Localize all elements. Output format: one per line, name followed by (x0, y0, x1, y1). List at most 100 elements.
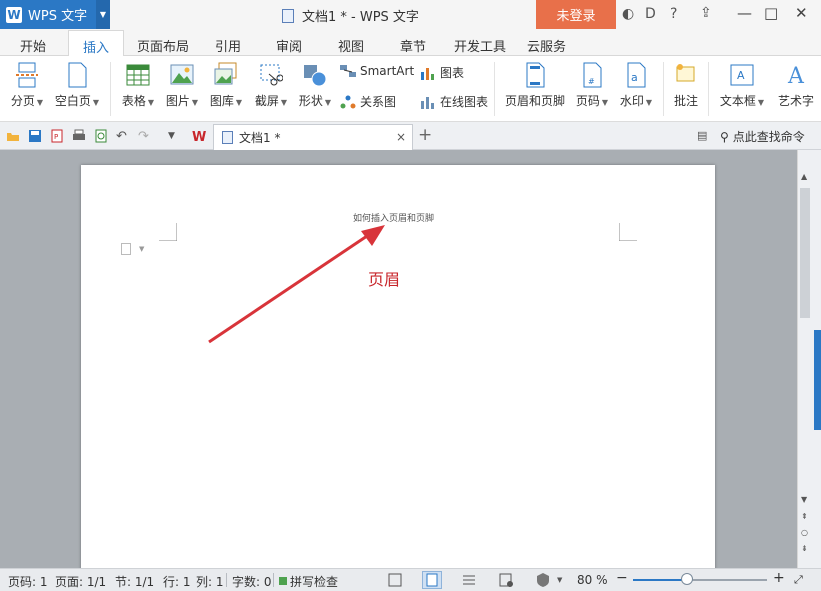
help-icon[interactable]: ? (670, 6, 677, 22)
chart-button[interactable]: 图表 (420, 64, 464, 81)
print-preview-icon[interactable] (94, 129, 108, 143)
screenshot-button[interactable]: 截屏 ▼ (251, 56, 291, 109)
table-button[interactable]: 表格 ▼ (119, 56, 157, 109)
focus-mode-icon[interactable] (385, 571, 405, 589)
side-panel-toggle[interactable] (814, 330, 821, 430)
save-icon[interactable] (28, 129, 42, 143)
scroll-thumb[interactable] (800, 188, 810, 318)
crop-mark-top-right (619, 223, 637, 241)
app-menu-button[interactable]: W WPS 文字 ▼ (0, 0, 110, 29)
page-break-button[interactable]: 分页 ▼ (8, 56, 46, 109)
print-icon[interactable] (72, 129, 86, 143)
menu-bar: 开始 插入 页面布局 引用 审阅 视图 章节 开发工具 云服务 (0, 30, 821, 57)
open-folder-icon[interactable] (6, 129, 20, 143)
tab-developer[interactable]: 开发工具 (454, 36, 506, 55)
ribbon-separator (708, 62, 709, 116)
login-button[interactable]: 未登录 (536, 0, 616, 29)
picture-button[interactable]: 图片 ▼ (163, 56, 201, 109)
scissors-icon (259, 62, 284, 88)
new-tab-icon[interactable]: + (418, 125, 432, 145)
chevron-down-icon: ▼ (645, 98, 653, 107)
smartart-button[interactable]: SmartArt (340, 64, 414, 78)
tab-cloud[interactable]: 云服务 (527, 36, 566, 55)
blank-page-button[interactable]: 空白页 ▼ (52, 56, 102, 109)
textbox-label: 文本框 (719, 94, 756, 108)
chevron-down-icon: ▼ (280, 98, 288, 107)
page-view-icon[interactable] (422, 571, 442, 589)
maximize-icon[interactable]: □ (764, 4, 778, 22)
annotation-arrow (208, 225, 385, 344)
undo-icon[interactable]: ↶ (116, 129, 130, 144)
textbox-icon: A (730, 62, 754, 88)
paragraph-layout-icon[interactable] (121, 243, 131, 255)
tab-review[interactable]: 审阅 (276, 36, 302, 55)
table-icon (126, 62, 150, 88)
next-page-icon[interactable]: ⇟ (801, 544, 808, 553)
quick-access-dropdown-icon[interactable]: ▼ (168, 131, 182, 145)
upload-icon[interactable]: ⇪ (700, 5, 712, 21)
relation-chart-button[interactable]: 关系图 (340, 93, 396, 110)
close-window-icon[interactable]: ✕ (795, 4, 808, 22)
zoom-slider[interactable] (633, 573, 767, 585)
redo-icon[interactable]: ↷ (138, 129, 152, 144)
zoom-slider-knob[interactable] (681, 573, 693, 585)
outline-view-icon[interactable] (459, 571, 479, 589)
zoom-in-button[interactable]: + (773, 570, 785, 586)
close-tab-icon[interactable]: × (396, 130, 406, 144)
relation-chart-icon (340, 95, 356, 109)
select-browse-object-icon[interactable]: ○ (801, 528, 808, 537)
chevron-down-icon: ▼ (324, 98, 332, 107)
scroll-down-icon[interactable]: ▼ (801, 495, 807, 504)
textbox-button[interactable]: A 文本框 ▼ (716, 56, 768, 109)
status-row: 行: 1 (163, 575, 191, 589)
feedback-icon[interactable]: D (645, 6, 656, 22)
command-search[interactable]: ⚲ 点此查找命令 (720, 128, 805, 145)
status-word-count[interactable]: 字数: 0 (232, 573, 272, 590)
status-column: 列: 1 (196, 575, 224, 589)
document-tab[interactable]: 文档1 * × (213, 124, 413, 150)
skin-icon[interactable]: ◐ (622, 6, 634, 22)
tab-list-icon[interactable]: ▤ (697, 129, 711, 143)
page-number-button[interactable]: # 页码 ▼ (573, 56, 611, 109)
fullscreen-icon[interactable]: ⤢ (794, 573, 803, 587)
document-tab-label: 文档1 * (239, 131, 281, 145)
watermark-button[interactable]: a 水印 ▼ (617, 56, 655, 109)
chevron-down-icon[interactable]: ▼ (139, 245, 144, 253)
web-view-icon[interactable] (496, 571, 516, 589)
zoom-out-button[interactable]: − (616, 570, 628, 586)
relation-chart-label: 关系图 (360, 95, 397, 109)
wordart-button[interactable]: A 艺术字 (772, 56, 820, 109)
protect-view-icon[interactable] (533, 571, 553, 589)
tab-home[interactable]: 开始 (20, 36, 46, 55)
scroll-up-icon[interactable]: ▲ (801, 172, 807, 181)
export-pdf-icon[interactable]: P (50, 129, 64, 143)
tab-page-layout[interactable]: 页面布局 (137, 36, 189, 55)
view-dropdown-icon[interactable]: ▼ (557, 576, 562, 584)
smartart-label: SmartArt (360, 64, 415, 78)
chevron-down-icon: ▼ (147, 98, 155, 107)
zoom-level[interactable]: 80 % (577, 573, 608, 587)
svg-text:W: W (192, 130, 206, 143)
comment-icon (674, 62, 698, 88)
previous-page-icon[interactable]: ⇞ (801, 512, 808, 521)
comment-button[interactable]: 批注 (671, 56, 701, 109)
document-page[interactable]: ▼ 如何插入页眉和页脚 页眉 (81, 165, 715, 575)
online-chart-button[interactable]: 在线图表 (420, 93, 488, 110)
shapes-button[interactable]: 形状 ▼ (295, 56, 335, 109)
gallery-button[interactable]: 图库 ▼ (206, 56, 246, 109)
page-number-icon: # (580, 62, 604, 88)
tab-insert[interactable]: 插入 (68, 30, 125, 57)
app-menu-dropdown-icon[interactable]: ▼ (96, 0, 110, 29)
zoom-slider-fill (633, 579, 687, 581)
smartart-icon (340, 64, 356, 78)
tab-references[interactable]: 引用 (215, 36, 241, 55)
svg-text:#: # (588, 77, 595, 86)
header-footer-button[interactable]: 页眉和页脚 (503, 56, 567, 109)
spell-check-button[interactable]: 拼写检查 (290, 573, 338, 590)
status-section: 节: 1/1 (115, 575, 155, 589)
tab-view[interactable]: 视图 (338, 36, 364, 55)
tab-chapter[interactable]: 章节 (400, 36, 426, 55)
wps-w-icon[interactable]: W (191, 129, 209, 145)
vertical-scrollbar[interactable]: ▲ ▼ ⇞ ○ ⇟ (797, 150, 812, 568)
minimize-icon[interactable]: — (737, 4, 752, 22)
